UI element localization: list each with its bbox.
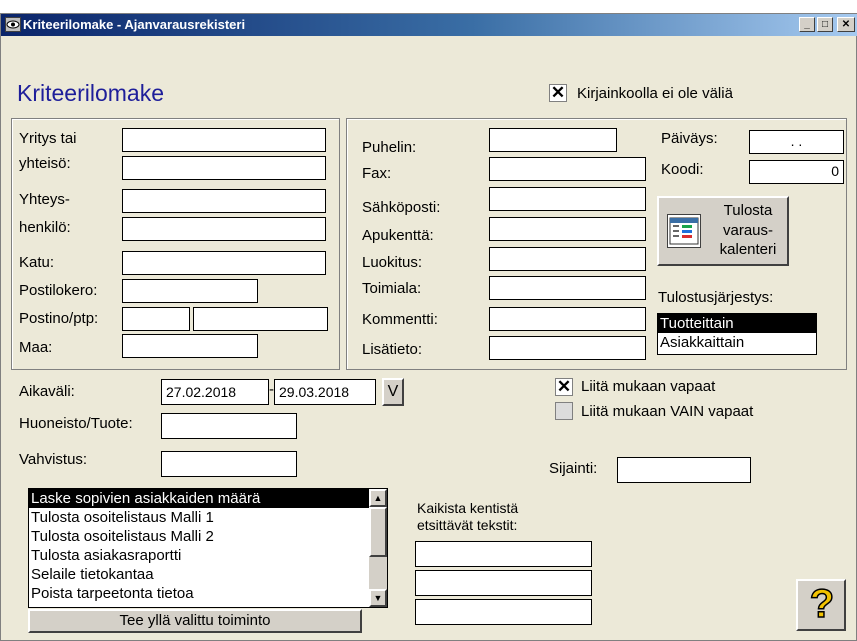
search-text-field-1[interactable] (415, 541, 592, 567)
phone-label: Puhelin: (362, 139, 417, 156)
all-fields-search-label-1: Kaikista kentistä (417, 500, 519, 516)
print-calendar-button[interactable]: Tulosta varaus- kalenteri (657, 196, 789, 266)
company-field-1[interactable] (122, 128, 326, 152)
scroll-up-icon[interactable]: ▲ (369, 489, 387, 507)
print-calendar-line1: Tulosta (723, 202, 773, 219)
include-free-label: Liitä mukaan vapaat (581, 378, 716, 395)
scroll-thumb[interactable] (369, 507, 387, 557)
company-label-2: yhteisö: (19, 155, 71, 172)
print-calendar-line2: varaus- (722, 222, 774, 239)
date-label: Päiväys: (661, 130, 718, 147)
action-item[interactable]: Poista tarpeetonta tietoa (29, 584, 387, 603)
help-button[interactable]: ? (796, 579, 846, 631)
location-label: Sijainti: (549, 460, 598, 477)
postcode-field[interactable] (122, 307, 190, 331)
product-field[interactable] (161, 413, 297, 439)
period-end-field[interactable]: 29.03.2018 (274, 379, 376, 405)
calendar-icon (667, 214, 701, 248)
maximize-icon[interactable]: □ (817, 17, 833, 32)
action-item[interactable]: Selaile tietokantaa (29, 565, 387, 584)
search-text-field-3[interactable] (415, 599, 592, 625)
postcode-label: Postino/ptp: (19, 310, 99, 327)
case-insensitive-label: Kirjainkoolla ei ole väliä (577, 85, 733, 102)
comment-field[interactable] (489, 307, 646, 331)
sort-order-list[interactable]: Tuotteittain Asiakkaittain (657, 313, 817, 355)
minimize-icon[interactable]: _ (799, 17, 815, 32)
action-item[interactable]: Tulosta asiakasraportti (29, 546, 387, 565)
classification-label: Luokitus: (362, 254, 423, 271)
contact-person-label-1: Yhteys- (19, 191, 70, 208)
window-title: Kriteerilomake - Ajanvarausrekisteri (23, 17, 246, 32)
comment-label: Kommentti: (362, 311, 438, 328)
city-field[interactable] (193, 307, 328, 331)
extra-field-label: Apukenttä: (362, 227, 434, 244)
po-box-label: Postilokero: (19, 282, 98, 299)
company-label-1: Yritys tai (19, 130, 77, 147)
print-calendar-line3: kalenteri (719, 241, 777, 258)
actions-scrollbar[interactable]: ▲ ▼ (369, 489, 387, 607)
fax-label: Fax: (362, 165, 392, 182)
country-field[interactable] (122, 334, 258, 358)
additional-info-field[interactable] (489, 336, 646, 360)
period-start-field[interactable]: 27.02.2018 (161, 379, 269, 405)
confirmation-label: Vahvistus: (19, 451, 88, 468)
period-v-button[interactable]: V (382, 378, 404, 406)
page-title: Kriteerilomake (17, 80, 164, 106)
close-icon[interactable]: ✕ (837, 17, 855, 32)
date-field[interactable]: . . (749, 130, 844, 154)
contact-person-label-2: henkilö: (19, 219, 71, 236)
street-field[interactable] (122, 251, 326, 275)
extra-field[interactable] (489, 217, 646, 241)
action-item[interactable]: Tulosta osoitelistaus Malli 1 (29, 508, 387, 527)
action-item[interactable]: Tulosta osoitelistaus Malli 2 (29, 527, 387, 546)
eye-icon (5, 17, 21, 32)
company-field-2[interactable] (122, 156, 326, 180)
actions-list[interactable]: Laske sopivien asiakkaiden määrä Tulosta… (28, 488, 388, 608)
period-label: Aikaväli: (19, 383, 75, 400)
street-label: Katu: (19, 254, 55, 271)
contact-person-field-2[interactable] (122, 217, 326, 241)
classification-field[interactable] (489, 247, 646, 271)
confirmation-field[interactable] (161, 451, 297, 477)
code-field[interactable]: 0 (749, 160, 844, 184)
sort-option-customers[interactable]: Asiakkaittain (658, 333, 816, 352)
code-label: Koodi: (661, 161, 704, 178)
industry-label: Toimiala: (362, 280, 422, 297)
action-item[interactable]: Laske sopivien asiakkaiden määrä (29, 489, 387, 508)
sort-order-label: Tulostusjärjestys: (658, 289, 774, 306)
sort-option-products[interactable]: Tuotteittain (658, 314, 816, 333)
additional-info-label: Lisätieto: (362, 341, 423, 358)
industry-field[interactable] (489, 276, 646, 300)
title-bar[interactable]: Kriteerilomake - Ajanvarausrekisteri _ □… (1, 14, 857, 36)
scroll-down-icon[interactable]: ▼ (369, 589, 387, 607)
include-only-free-label: Liitä mukaan VAIN vapaat (581, 403, 754, 420)
product-label: Huoneisto/Tuote: (19, 415, 133, 432)
run-action-button[interactable]: Tee yllä valittu toiminto (28, 609, 362, 633)
all-fields-search-label-2: etsittävät tekstit: (417, 517, 518, 533)
include-free-checkbox[interactable]: ✕ (555, 378, 573, 396)
help-question-icon: ? (809, 582, 835, 626)
phone-field[interactable] (489, 128, 617, 152)
fax-field[interactable] (489, 157, 646, 181)
include-only-free-checkbox[interactable] (555, 402, 573, 420)
email-field[interactable] (489, 187, 646, 211)
app-window: Kriteerilomake - Ajanvarausrekisteri _ □… (0, 13, 857, 641)
location-field[interactable] (617, 457, 751, 483)
case-insensitive-checkbox[interactable]: ✕ (549, 84, 567, 102)
search-text-field-2[interactable] (415, 570, 592, 596)
email-label: Sähköposti: (362, 199, 441, 216)
contact-person-field-1[interactable] (122, 189, 326, 213)
po-box-field[interactable] (122, 279, 258, 303)
country-label: Maa: (19, 339, 53, 356)
